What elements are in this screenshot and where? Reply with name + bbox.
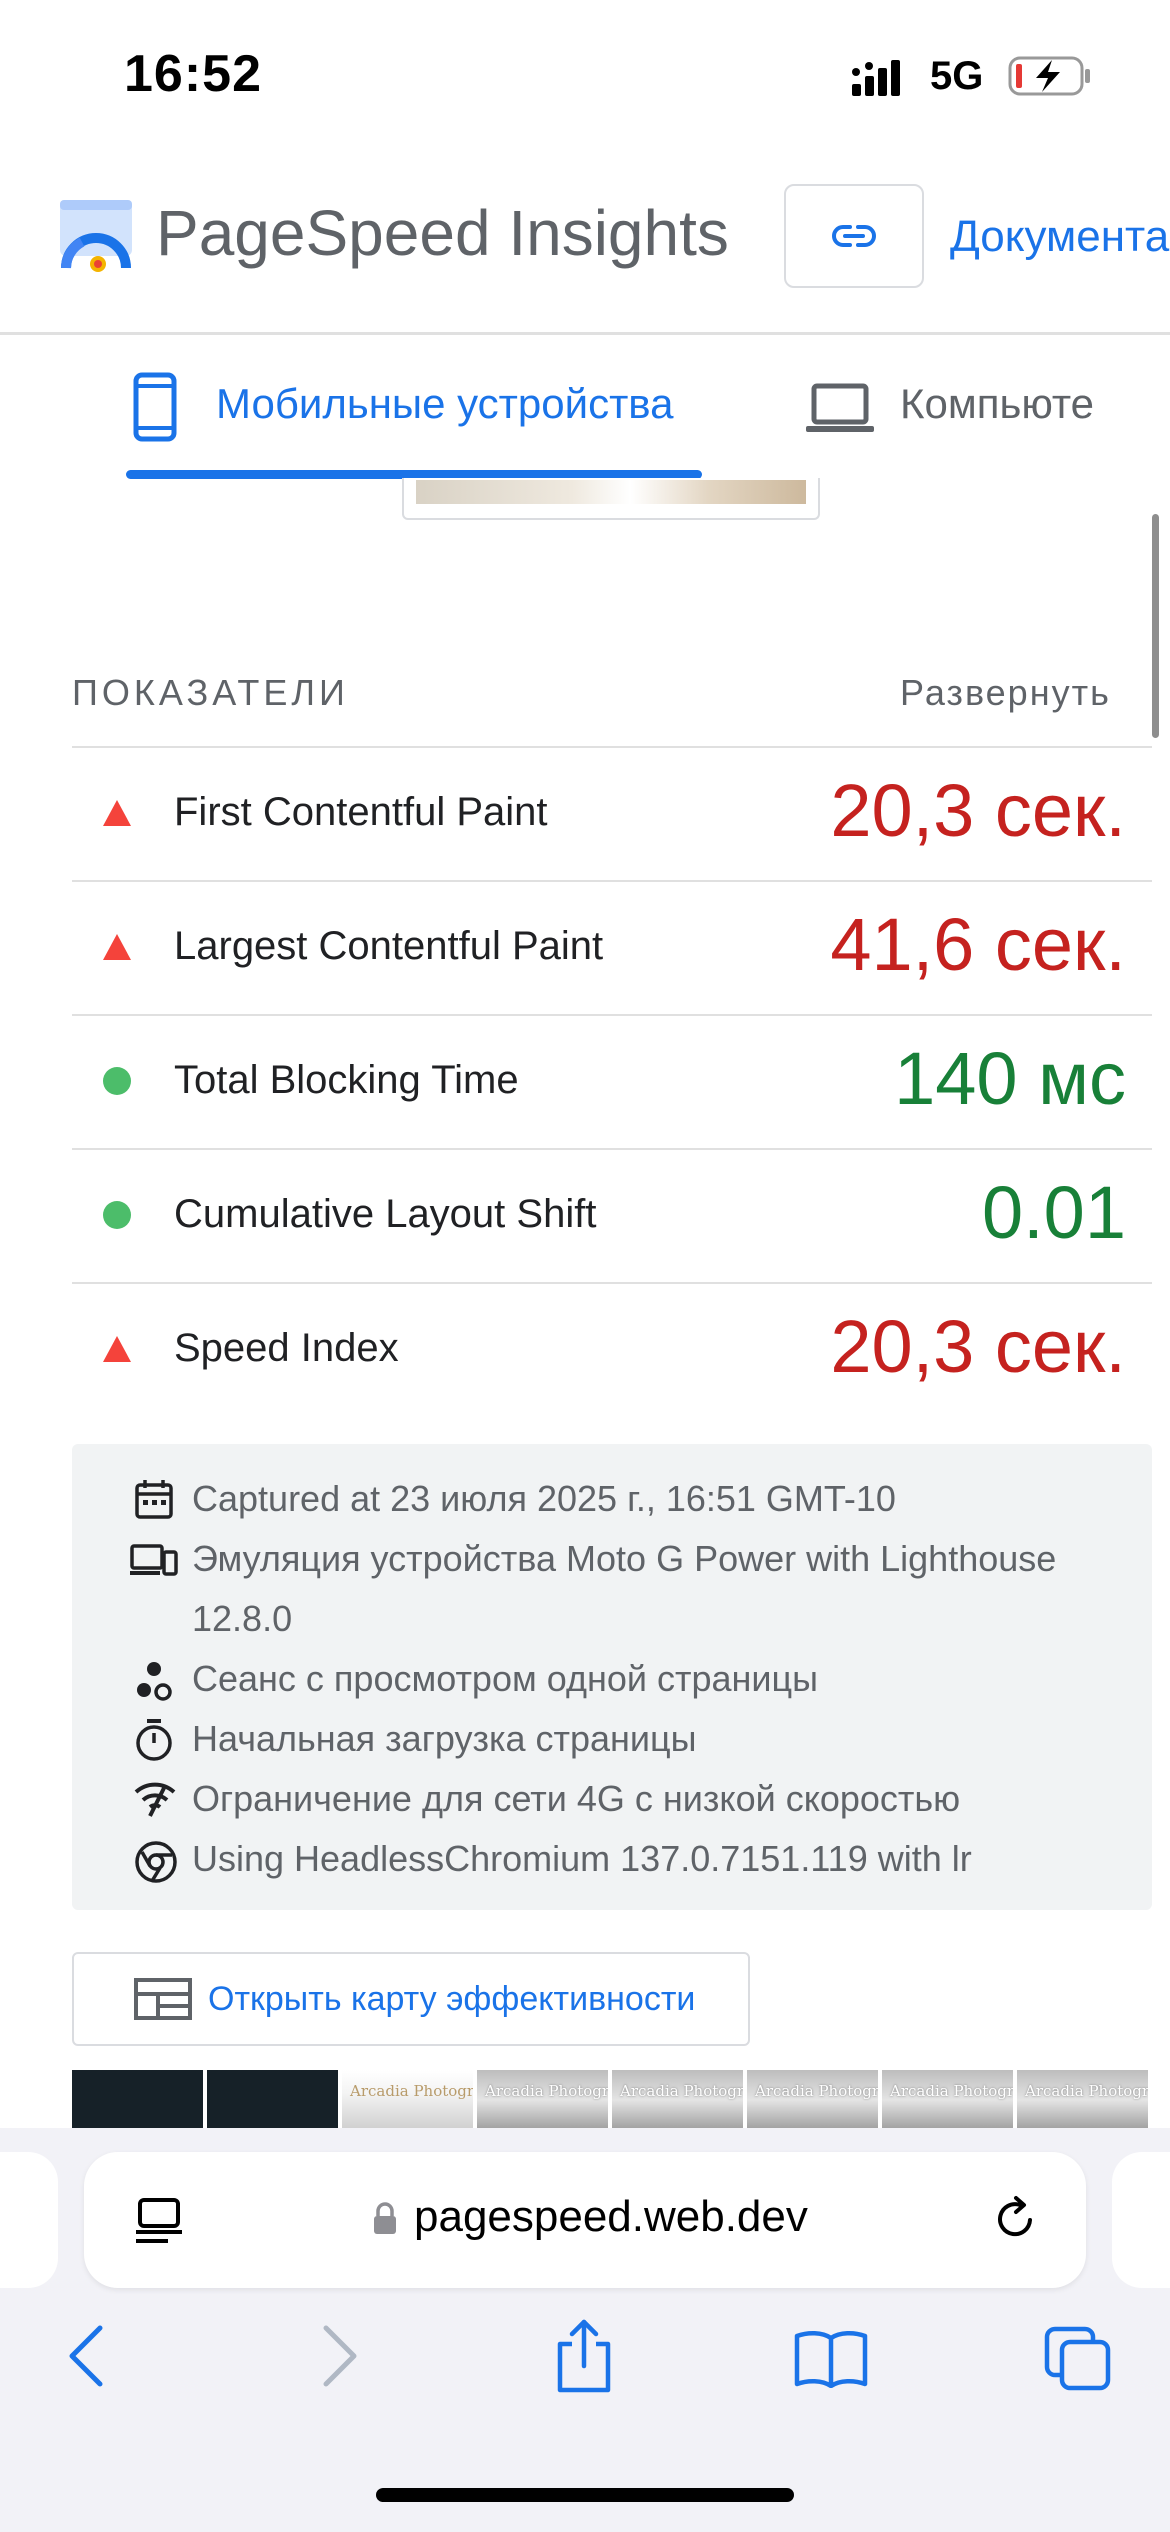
network-type: 5G [930,54,984,98]
metric-label: Cumulative Layout Shift [174,1192,597,1236]
mobile-icon [133,372,177,442]
page-load-text: Начальная загрузка страницы [192,1718,697,1759]
devices-icon [130,1544,178,1576]
metric-label: Total Blocking Time [174,1058,519,1102]
pagespeed-logo-icon [60,200,132,272]
filmstrip-frame [207,2070,338,2130]
pass-circle-icon [103,1201,131,1229]
frame-caption: Arcadia Photogr [485,2082,608,2100]
fail-triangle-icon [103,934,131,960]
row-divider [72,1014,1152,1016]
open-treemap-label[interactable]: Открыть карту эффективности [208,1980,695,2019]
back-arrow-icon[interactable] [66,2324,106,2388]
emulation-text: Эмуляция устройства Moto G Power with Li… [192,1538,1057,1579]
filmstrip: Arcadia Photogr Arcadia Photogr Arcadia … [72,2070,1152,2130]
metric-label: Largest Contentful Paint [174,924,604,968]
home-indicator[interactable] [376,2488,794,2502]
filmstrip-frame: Arcadia Photogr [477,2070,608,2130]
filmstrip-frame: Arcadia Photogr [342,2070,473,2130]
filmstrip-frame [72,2070,203,2130]
frame-caption: Arcadia Photogr [890,2082,1013,2100]
forward-arrow-icon[interactable] [320,2324,360,2388]
calendar-icon [135,1480,173,1519]
throttling-text: Ограничение для сети 4G с низкой скорост… [192,1778,961,1819]
filmstrip-frame: Arcadia Photogr [1017,2070,1148,2130]
bookmarks-icon[interactable] [794,2328,868,2388]
row-divider [72,1282,1152,1284]
app-title: PageSpeed Insights [156,197,729,269]
filmstrip-frame: Arcadia Photogr [747,2070,878,2130]
browser-version-text: Using HeadlessChromium 137.0.7151.119 wi… [192,1838,972,1879]
frame-caption: Arcadia Photogr [350,2082,473,2100]
frame-caption: Arcadia Photogr [755,2082,878,2100]
lock-icon [374,2202,396,2234]
metrics-divider [72,746,1152,748]
next-tab-peek[interactable] [1112,2152,1170,2288]
metric-label: First Contentful Paint [174,790,548,834]
emulation-text-version: 12.8.0 [192,1598,293,1639]
network-throttle-icon [134,1782,176,1817]
tab-desktop[interactable]: Компьюте [900,380,1094,428]
cellular-signal-icon [852,60,900,96]
url-text[interactable]: pagespeed.web.dev [414,2192,808,2242]
captured-at-text: Captured at 23 июля 2025 г., 16:51 GMT-1… [192,1478,896,1519]
previous-tab-peek[interactable] [0,2152,58,2288]
scrollbar[interactable] [1152,514,1159,738]
filmstrip-frame: Arcadia Photogr [612,2070,743,2130]
fail-triangle-icon [103,1336,131,1362]
metric-value: 0.01 [981,1171,1126,1254]
fail-triangle-icon [103,800,131,826]
chrome-icon [135,1841,177,1883]
treemap-icon [134,1978,192,2020]
battery-charging-icon [1008,56,1090,96]
status-time: 16:52 [124,45,262,103]
frame-caption: Arcadia Photogr [620,2082,743,2100]
metric-value: 41,6 сек. [830,903,1126,986]
tab-mobile[interactable]: Мобильные устройства [216,380,674,428]
reload-icon[interactable] [990,2194,1040,2244]
row-divider [72,880,1152,882]
metrics-heading: ПОКАЗАТЕЛИ [72,672,349,713]
laptop-icon [806,383,874,432]
tabs-overview-icon[interactable] [1044,2326,1114,2392]
header-divider [0,332,1170,335]
copy-link-button[interactable] [784,184,924,288]
row-divider [72,1148,1152,1150]
metric-value: 140 мс [894,1037,1126,1120]
session-text: Сеанс с просмотром одной страницы [192,1658,818,1699]
documentation-link[interactable]: Документа [950,212,1169,262]
metric-label: Speed Index [174,1326,399,1370]
frame-caption: Arcadia Photogr [1025,2082,1148,2100]
page-menu-icon[interactable] [134,2196,184,2246]
filmstrip-frame: Arcadia Photogr [882,2070,1013,2130]
pass-circle-icon [103,1067,131,1095]
share-icon[interactable] [552,2318,616,2394]
metric-value: 20,3 сек. [830,769,1126,852]
page-screenshot [416,480,806,504]
expand-metrics-link[interactable]: Развернуть [900,672,1111,714]
link-icon [832,225,876,247]
timer-icon [136,1719,172,1761]
metric-value: 20,3 сек. [830,1305,1126,1388]
session-icon [137,1662,172,1701]
